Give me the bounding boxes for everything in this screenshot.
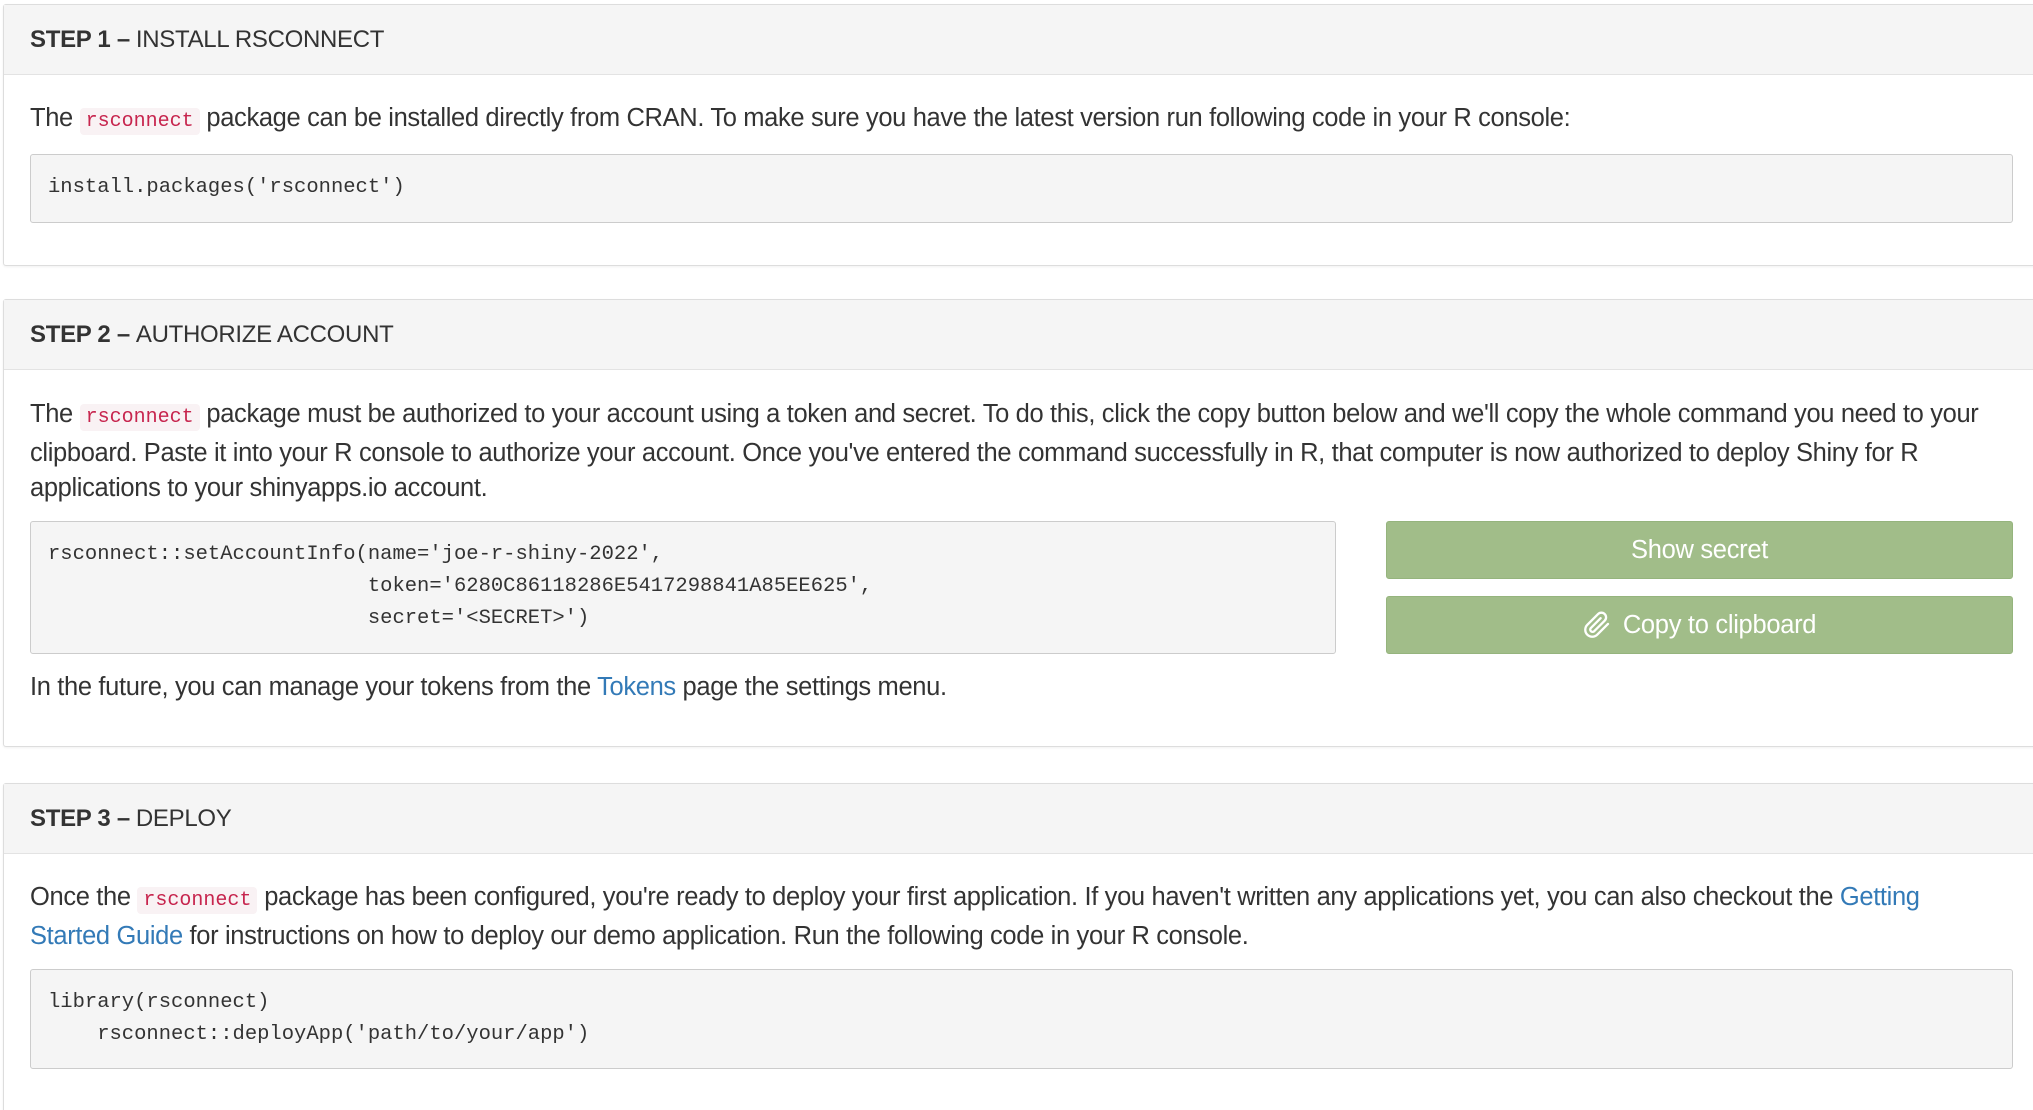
step2-footer-before: In the future, you can manage your token… bbox=[30, 673, 598, 701]
step2-code-block[interactable]: rsconnect::setAccountInfo(name='joe-r-sh… bbox=[30, 521, 1336, 654]
copy-to-clipboard-label: Copy to clipboard bbox=[1622, 610, 1817, 639]
step2-title: AUTHORIZE ACCOUNT bbox=[135, 320, 394, 348]
tokens-link[interactable]: Tokens bbox=[597, 673, 676, 701]
step3-heading: STEP 3 – DEPLOY bbox=[4, 784, 2033, 854]
step2-package-code: rsconnect bbox=[79, 404, 200, 431]
step1-number: STEP 1 – bbox=[30, 25, 130, 53]
step2-heading: STEP 2 – AUTHORIZE ACCOUNT bbox=[4, 300, 2033, 370]
step1-description: The rsconnect package can be installed d… bbox=[30, 101, 2020, 140]
copy-to-clipboard-button[interactable]: Copy to clipboard bbox=[1386, 596, 2013, 654]
step1-code-block[interactable]: install.packages('rsconnect') bbox=[30, 154, 2013, 223]
step3-text-after: for instructions on how to deploy our de… bbox=[182, 921, 1249, 950]
step2-text-after: package must be authorized to your accou… bbox=[30, 400, 1979, 502]
step3-text-before: Once the bbox=[30, 883, 138, 911]
step3-code-block[interactable]: library(rsconnect) rsconnect::deployApp(… bbox=[30, 969, 2013, 1069]
step3-panel: STEP 3 – DEPLOY Once the rsconnect packa… bbox=[3, 783, 2033, 1110]
step1-heading: STEP 1 – INSTALL RSCONNECT bbox=[4, 5, 2033, 75]
step1-package-code: rsconnect bbox=[79, 108, 200, 135]
step3-title: DEPLOY bbox=[135, 804, 232, 832]
step1-text-after: package can be installed directly from C… bbox=[199, 104, 1571, 132]
step2-description: The rsconnect package must be authorized… bbox=[30, 397, 1980, 507]
step3-package-code: rsconnect bbox=[137, 887, 258, 914]
step3-description: Once the rsconnect package has been conf… bbox=[30, 880, 1995, 954]
step1-panel: STEP 1 – INSTALL RSCONNECT The rsconnect… bbox=[3, 4, 2033, 266]
paperclip-icon bbox=[1583, 611, 1609, 638]
step2-footer-text: In the future, you can manage your token… bbox=[30, 670, 2020, 706]
step1-text-before: The bbox=[30, 104, 80, 132]
step2-text-before: The bbox=[30, 400, 80, 428]
step2-number: STEP 2 – bbox=[30, 320, 130, 348]
show-secret-label: Show secret bbox=[1630, 535, 1768, 564]
step2-panel: STEP 2 – AUTHORIZE ACCOUNT The rsconnect… bbox=[3, 299, 2033, 747]
step3-number: STEP 3 – bbox=[30, 804, 130, 832]
step3-text-middle: package has been configured, you're read… bbox=[257, 883, 1840, 911]
show-secret-button[interactable]: Show secret bbox=[1386, 521, 2013, 579]
step1-title: INSTALL RSCONNECT bbox=[135, 25, 385, 53]
step2-footer-after: page the settings menu. bbox=[675, 673, 947, 701]
